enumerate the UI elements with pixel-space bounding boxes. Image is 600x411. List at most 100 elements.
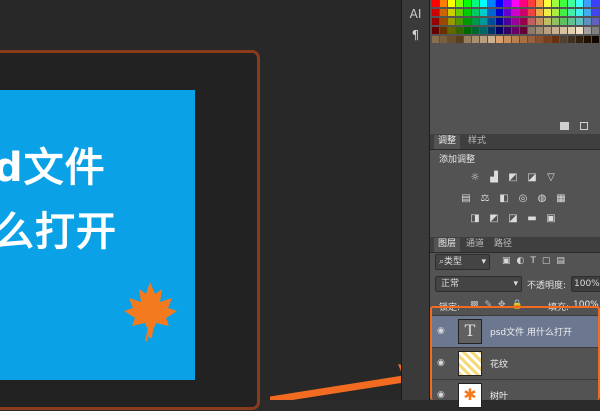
color-swatch[interactable] — [480, 36, 487, 43]
color-swatch[interactable] — [592, 0, 599, 7]
color-swatch[interactable] — [488, 9, 495, 16]
color-swatch[interactable] — [480, 18, 487, 25]
color-swatch[interactable] — [520, 36, 527, 43]
color-swatch[interactable] — [456, 9, 463, 16]
color-swatch[interactable] — [464, 27, 471, 34]
tab-channels[interactable]: 通道 — [462, 238, 488, 252]
hue-saturation-icon[interactable]: ▤ — [460, 193, 472, 204]
color-swatch[interactable] — [472, 0, 479, 7]
color-swatch[interactable] — [584, 9, 591, 16]
color-swatch[interactable] — [456, 18, 463, 25]
color-swatch[interactable] — [536, 9, 543, 16]
layer-filter-icons[interactable]: ▣◐T▢▤ — [502, 256, 571, 266]
color-swatch[interactable] — [528, 0, 535, 7]
color-swatch[interactable] — [440, 27, 447, 34]
color-swatch[interactable] — [488, 18, 495, 25]
color-swatch[interactable] — [464, 36, 471, 43]
color-swatch[interactable] — [432, 0, 439, 7]
exposure-icon[interactable]: ◪ — [526, 172, 538, 183]
color-swatch[interactable] — [560, 27, 567, 34]
paragraph-panel-button[interactable]: ¶ — [402, 28, 429, 42]
color-swatch[interactable] — [512, 27, 519, 34]
selective-color-icon[interactable]: ▣ — [545, 213, 557, 224]
color-swatch[interactable] — [552, 27, 559, 34]
color-swatch[interactable] — [536, 18, 543, 25]
color-swatch[interactable] — [568, 9, 575, 16]
opacity-input[interactable]: 100% — [571, 276, 600, 292]
color-swatch[interactable] — [560, 9, 567, 16]
color-swatch[interactable] — [592, 18, 599, 25]
color-swatch[interactable] — [448, 27, 455, 34]
color-swatch[interactable] — [440, 9, 447, 16]
color-swatch[interactable] — [544, 18, 551, 25]
character-panel-button[interactable]: AI — [402, 7, 429, 21]
color-swatch[interactable] — [432, 18, 439, 25]
color-swatch[interactable] — [560, 18, 567, 25]
color-swatch[interactable] — [456, 0, 463, 7]
color-swatch[interactable] — [576, 18, 583, 25]
black-white-icon[interactable]: ◧ — [498, 193, 510, 204]
color-swatch[interactable] — [528, 27, 535, 34]
color-swatch[interactable] — [592, 9, 599, 16]
color-swatch[interactable] — [552, 18, 559, 25]
color-swatch[interactable] — [504, 18, 511, 25]
color-swatch[interactable] — [448, 9, 455, 16]
color-swatch[interactable] — [552, 9, 559, 16]
color-swatch[interactable] — [584, 36, 591, 43]
color-swatch[interactable] — [472, 18, 479, 25]
threshold-icon[interactable]: ◪ — [507, 213, 519, 224]
color-swatch[interactable] — [576, 9, 583, 16]
new-swatch-icon[interactable] — [560, 122, 569, 130]
color-swatch[interactable] — [568, 18, 575, 25]
color-swatch[interactable] — [544, 0, 551, 7]
color-swatch[interactable] — [528, 9, 535, 16]
color-swatch[interactable] — [496, 0, 503, 7]
color-swatch[interactable] — [552, 36, 559, 43]
color-swatch[interactable] — [560, 0, 567, 7]
color-swatch[interactable] — [536, 0, 543, 7]
curves-icon[interactable]: ◩ — [507, 172, 519, 183]
artboard[interactable]: d文件 么打开 — [0, 90, 195, 380]
color-swatch[interactable] — [568, 36, 575, 43]
color-swatch[interactable] — [448, 0, 455, 7]
color-swatch[interactable] — [456, 27, 463, 34]
color-swatch[interactable] — [512, 9, 519, 16]
tab-paths[interactable]: 路径 — [490, 238, 516, 252]
color-swatch[interactable] — [496, 36, 503, 43]
color-swatch[interactable] — [592, 36, 599, 43]
brightness-icon[interactable]: ☼ — [469, 172, 481, 183]
color-swatch[interactable] — [512, 18, 519, 25]
color-swatch[interactable] — [504, 27, 511, 34]
color-swatch[interactable] — [472, 9, 479, 16]
color-swatch[interactable] — [568, 0, 575, 7]
color-swatch[interactable] — [496, 18, 503, 25]
color-swatch[interactable] — [472, 36, 479, 43]
color-swatch[interactable] — [488, 36, 495, 43]
tab-layers[interactable]: 图层 — [434, 238, 461, 252]
color-swatch[interactable] — [504, 36, 511, 43]
color-swatch[interactable] — [488, 27, 495, 34]
color-swatch[interactable] — [576, 36, 583, 43]
channel-mixer-icon[interactable]: ◍ — [536, 193, 548, 204]
color-swatch[interactable] — [504, 9, 511, 16]
color-swatch[interactable] — [584, 18, 591, 25]
color-swatch[interactable] — [464, 9, 471, 16]
color-swatch[interactable] — [528, 36, 535, 43]
color-swatch[interactable] — [432, 36, 439, 43]
color-swatch[interactable] — [480, 0, 487, 7]
color-swatch[interactable] — [480, 9, 487, 16]
photo-filter-icon[interactable]: ◎ — [517, 193, 529, 204]
color-swatch[interactable] — [560, 36, 567, 43]
gradient-map-icon[interactable]: ▬ — [526, 213, 538, 224]
color-swatch[interactable] — [456, 36, 463, 43]
trash-icon[interactable] — [580, 122, 588, 130]
color-swatch[interactable] — [576, 0, 583, 7]
color-swatch[interactable] — [576, 27, 583, 34]
blend-mode-select[interactable]: 正常 ▾ — [435, 276, 522, 292]
color-lookup-icon[interactable]: ▦ — [555, 193, 567, 204]
color-swatch[interactable] — [440, 0, 447, 7]
tab-adjustments[interactable]: 调整 — [434, 135, 461, 149]
color-swatch[interactable] — [440, 18, 447, 25]
color-swatch[interactable] — [584, 0, 591, 7]
color-swatch[interactable] — [544, 27, 551, 34]
